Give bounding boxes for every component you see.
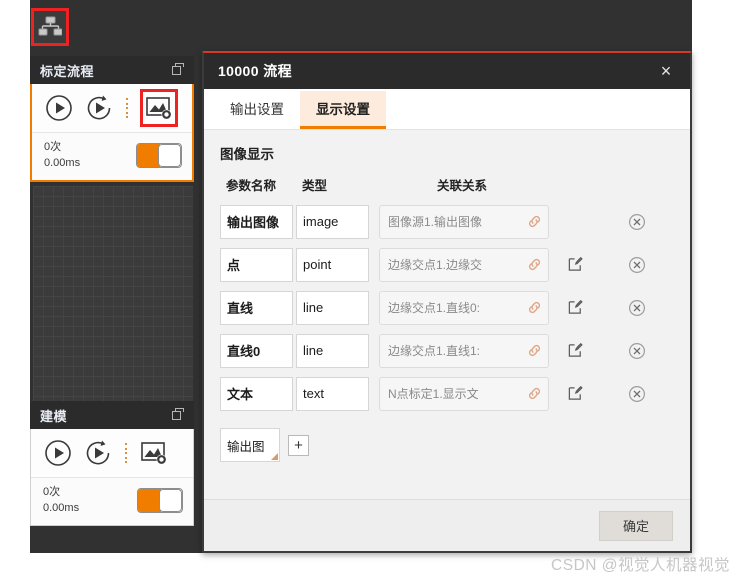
param-name-input[interactable]: 直线0 [220,333,293,368]
watermark: CSDN @视觉人机器视觉 [551,557,730,574]
panel-title: 标定流程 [40,63,95,79]
params-table: 参数名称 类型 关联关系 输出图像 image 图像源1.输出图像 点 poin… [204,175,690,415]
param-type-input[interactable]: line [296,290,369,325]
link-icon[interactable] [527,300,542,315]
flow-panel-calibration[interactable]: 标定流程 0次 0.00ms [30,56,194,182]
col-header-type: 类型 [302,179,328,193]
remove-icon[interactable] [628,385,646,403]
dialog-tabs: 输出设置 显示设置 [204,89,690,130]
hierarchy-icon [38,16,62,36]
relation-text: N点标定1.显示文 [388,387,479,401]
tab-display-settings[interactable]: 显示设置 [300,91,386,129]
image-settings-icon [146,97,172,120]
section-title: 图像显示 [220,147,274,162]
run-icon[interactable] [44,93,74,123]
table-row: 输出图像 image 图像源1.输出图像 [220,200,676,243]
remove-icon[interactable] [628,342,646,360]
table-row: 直线0 line 边缘交点1.直线1: [220,329,676,372]
panel-title: 建模 [40,408,68,424]
enable-toggle[interactable] [137,488,183,513]
table-header-row: 参数名称 类型 关联关系 [220,175,676,200]
flow-settings-dialog: 10000 流程 × 输出设置 显示设置 图像显示 参数名称 类型 关联关系 输… [202,51,692,553]
remove-icon[interactable] [628,256,646,274]
dock-icon[interactable] [172,63,186,77]
link-icon[interactable] [527,257,542,272]
panel-header: 建模 [30,401,194,429]
relation-text: 边缘交点1.边缘交 [388,258,483,272]
run-loop-icon[interactable] [84,93,114,123]
run-count: 0次 [43,485,61,498]
link-icon[interactable] [527,214,542,229]
relation-field[interactable]: 边缘交点1.直线1: [379,333,549,368]
run-time: 0.00ms [44,156,81,169]
remove-icon[interactable] [628,213,646,231]
edit-icon[interactable] [567,385,584,402]
relation-field[interactable]: N点标定1.显示文 [379,376,549,411]
edit-icon[interactable] [567,299,584,316]
panel-toolbar [31,429,193,477]
panel-toolbar [32,84,192,132]
relation-field[interactable]: 边缘交点1.直线0: [379,290,549,325]
panel-stats: 0次 0.00ms [32,132,192,180]
param-name-input[interactable]: 输出图像 [220,204,293,239]
table-row: 直线 line 边缘交点1.直线0: [220,286,676,329]
param-type-select[interactable]: 输出图 [220,428,280,462]
dialog-title: 10000 流程 [218,63,293,79]
hierarchy-icon-highlight[interactable] [31,8,69,46]
image-settings-icon-highlight[interactable] [140,89,178,127]
param-name-input[interactable]: 点 [220,247,293,282]
dialog-titlebar[interactable]: 10000 流程 × [204,53,690,89]
drag-handle-dots[interactable] [124,443,128,463]
param-type-input[interactable]: image [296,204,369,239]
run-time: 0.00ms [43,501,80,514]
param-name-input[interactable]: 直线 [220,290,293,325]
param-type-input[interactable]: text [296,376,369,411]
flow-canvas-grid [33,186,193,402]
confirm-button[interactable]: 确定 [599,510,673,541]
dock-icon[interactable] [172,408,186,422]
link-icon[interactable] [527,343,542,358]
remove-icon[interactable] [628,299,646,317]
close-icon[interactable]: × [654,59,678,83]
drag-handle-dots[interactable] [125,98,129,118]
param-type-input[interactable]: line [296,333,369,368]
run-count: 0次 [44,140,62,153]
param-type-select-value: 输出图 [227,439,265,454]
dialog-footer: 确定 [204,499,690,551]
enable-toggle[interactable] [136,143,182,168]
tab-output-settings[interactable]: 输出设置 [214,91,300,129]
panel-stats: 0次 0.00ms [31,477,193,525]
link-icon[interactable] [527,386,542,401]
table-row: 文本 text N点标定1.显示文 [220,372,676,415]
edit-icon[interactable] [567,256,584,273]
table-row: 点 point 边缘交点1.边缘交 [220,243,676,286]
add-param-button[interactable]: + [288,434,309,456]
edit-icon[interactable] [567,342,584,359]
col-header-relation: 关联关系 [436,179,487,193]
add-param-row: 输出图 + [204,415,690,462]
relation-text: 边缘交点1.直线0: [388,301,481,315]
col-header-param-name: 参数名称 [226,179,277,193]
param-name-input[interactable]: 文本 [220,376,293,411]
run-icon[interactable] [43,438,73,468]
flow-panel-modeling[interactable]: 建模 0次 0.00ms [30,401,194,526]
relation-field[interactable]: 图像源1.输出图像 [379,204,549,239]
relation-text: 边缘交点1.直线1: [388,344,481,358]
dialog-body: 图像显示 参数名称 类型 关联关系 输出图像 image 图像源1.输出图像 点… [204,130,690,499]
run-loop-icon[interactable] [83,438,113,468]
image-settings-icon[interactable] [139,438,169,468]
screen-root: 标定流程 0次 0.00ms 建模 0次 0.00ms 10000 流程 × 输… [0,0,737,581]
relation-text: 图像源1.输出图像 [388,215,483,229]
panel-header: 标定流程 [30,56,194,84]
resize-corner-icon [271,453,278,460]
relation-field[interactable]: 边缘交点1.边缘交 [379,247,549,282]
param-type-input[interactable]: point [296,247,369,282]
